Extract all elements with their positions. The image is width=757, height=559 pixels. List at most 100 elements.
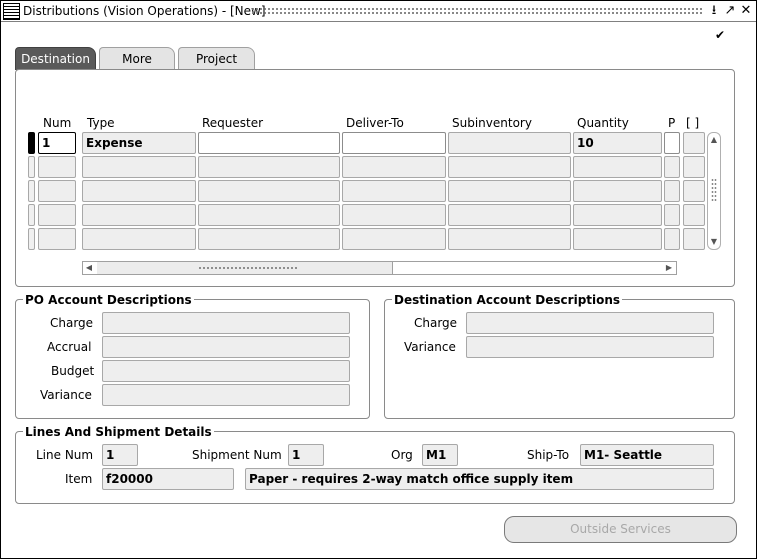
row-deliver-to-field[interactable] (342, 156, 446, 178)
po-accrual-label: Accrual (47, 340, 92, 354)
title-bar[interactable]: Distributions (Vision Operations) - [New… (1, 1, 756, 22)
row-subinventory-field[interactable] (448, 180, 571, 202)
row-indicator[interactable] (28, 180, 35, 202)
row-subinventory-field[interactable] (448, 156, 571, 178)
row-subinventory-field[interactable] (448, 228, 571, 250)
row1-requester-field[interactable] (198, 132, 340, 154)
destination-panel (15, 69, 735, 287)
row-type-field[interactable] (82, 180, 196, 202)
po-variance-label: Variance (40, 388, 92, 402)
dest-variance-field[interactable] (466, 336, 714, 358)
row-requester-field[interactable] (198, 228, 340, 250)
po-budget-label: Budget (51, 364, 95, 378)
scrollbar-grip (711, 178, 717, 203)
dest-charge-field[interactable] (466, 312, 714, 334)
row-flex-field[interactable] (683, 156, 705, 178)
row-flex-field[interactable] (683, 228, 705, 250)
row-type-field[interactable] (82, 204, 196, 226)
app-icon[interactable] (3, 3, 20, 20)
row-indicator-current[interactable] (28, 132, 35, 154)
item-label: Item (65, 472, 93, 486)
restore-icon[interactable]: ↗ (723, 3, 737, 19)
dest-charge-label: Charge (414, 316, 458, 330)
title-bar-grip (251, 7, 703, 16)
row-requester-field[interactable] (198, 180, 340, 202)
row-num-field[interactable] (38, 180, 76, 202)
row1-num-field[interactable]: 1 (38, 132, 76, 154)
column-header-deliver-to: Deliver-To (346, 116, 404, 130)
row1-type-field[interactable]: Expense (82, 132, 196, 154)
lines-shipment-details-title: Lines And Shipment Details (23, 425, 214, 439)
shipment-num-label: Shipment Num (192, 448, 282, 462)
org-field[interactable]: M1 (422, 444, 458, 466)
minimize-icon[interactable]: ⭳ (707, 3, 721, 19)
vertical-scrollbar[interactable]: ▲ ▼ (707, 132, 721, 250)
row-indicator[interactable] (28, 204, 35, 226)
row-quantity-field[interactable] (573, 228, 662, 250)
row-deliver-to-field[interactable] (342, 228, 446, 250)
row1-flex-field[interactable] (683, 132, 705, 154)
row-num-field[interactable] (38, 228, 76, 250)
row-requester-field[interactable] (198, 204, 340, 226)
row-flex-field[interactable] (683, 180, 705, 202)
horizontal-scrollbar[interactable]: ◀ ▶ (82, 261, 677, 275)
line-num-label: Line Num (36, 448, 94, 462)
row-quantity-field[interactable] (573, 180, 662, 202)
checkmark-icon[interactable]: ✔ (714, 29, 726, 41)
item-field[interactable]: f20000 (102, 468, 234, 490)
row-quantity-field[interactable] (573, 204, 662, 226)
column-header-requester: Requester (202, 116, 264, 130)
line-num-field[interactable]: 1 (102, 444, 138, 466)
po-charge-label: Charge (50, 316, 94, 330)
po-budget-field[interactable] (102, 360, 350, 382)
row1-quantity-field[interactable]: 10 (573, 132, 662, 154)
dest-variance-label: Variance (404, 340, 456, 354)
tab-more[interactable]: More (99, 47, 175, 69)
column-header-quantity: Quantity (577, 116, 629, 130)
close-icon[interactable]: ✕ (739, 3, 753, 19)
distributions-window: Distributions (Vision Operations) - [New… (0, 0, 757, 559)
row1-subinventory-field[interactable] (448, 132, 571, 154)
scroll-up-icon[interactable]: ▲ (708, 135, 720, 145)
scroll-right-icon[interactable]: ▶ (663, 263, 675, 273)
row-num-field[interactable] (38, 204, 76, 226)
row-deliver-to-field[interactable] (342, 204, 446, 226)
row-subinventory-field[interactable] (448, 204, 571, 226)
ship-to-field[interactable]: M1- Seattle (580, 444, 714, 466)
row-num-field[interactable] (38, 156, 76, 178)
outside-services-button[interactable]: Outside Services (504, 516, 737, 543)
row-indicator[interactable] (28, 228, 35, 250)
scrollbar-grip (198, 266, 298, 271)
window-title: Distributions (Vision Operations) - [New… (23, 4, 266, 18)
column-header-p: P (668, 116, 676, 130)
row-requester-field[interactable] (198, 156, 340, 178)
row-flex-field[interactable] (683, 204, 705, 226)
item-description-field[interactable]: Paper - requires 2-way match office supp… (245, 468, 714, 490)
tab-project[interactable]: Project (178, 47, 255, 69)
row-p-field[interactable] (664, 204, 680, 226)
ship-to-label: Ship-To (527, 448, 570, 462)
column-header-bracket: [ ] (686, 116, 700, 130)
po-charge-field[interactable] (102, 312, 350, 334)
column-header-num: Num (43, 116, 72, 130)
row1-p-field[interactable] (664, 132, 680, 154)
scroll-left-icon[interactable]: ◀ (83, 263, 95, 273)
po-account-descriptions-title: PO Account Descriptions (23, 293, 194, 307)
po-accrual-field[interactable] (102, 336, 350, 358)
po-variance-field[interactable] (102, 384, 350, 406)
shipment-num-field[interactable]: 1 (288, 444, 324, 466)
row-type-field[interactable] (82, 228, 196, 250)
row1-deliver-to-field[interactable] (342, 132, 446, 154)
row-quantity-field[interactable] (573, 156, 662, 178)
row-p-field[interactable] (664, 228, 680, 250)
row-p-field[interactable] (664, 156, 680, 178)
row-deliver-to-field[interactable] (342, 180, 446, 202)
destination-account-descriptions-title: Destination Account Descriptions (392, 293, 623, 307)
row-p-field[interactable] (664, 180, 680, 202)
tab-destination[interactable]: Destination (15, 47, 96, 70)
scroll-down-icon[interactable]: ▼ (708, 237, 720, 247)
row-type-field[interactable] (82, 156, 196, 178)
org-label: Org (391, 448, 413, 462)
column-header-type: Type (87, 116, 115, 130)
row-indicator[interactable] (28, 156, 35, 178)
